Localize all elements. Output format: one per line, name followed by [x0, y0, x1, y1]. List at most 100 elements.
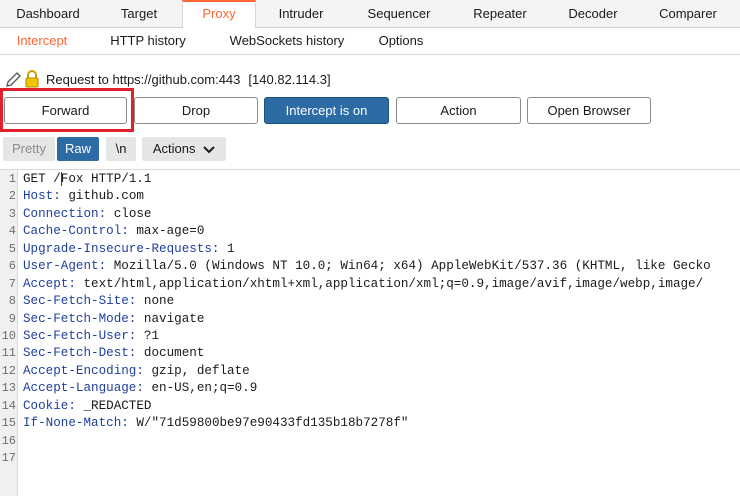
proxy-sub-tab-bar: Intercept HTTP history WebSockets histor…	[0, 28, 740, 55]
tab-proxy[interactable]: Proxy	[182, 0, 256, 28]
request-editor[interactable]: 1 GET /Fox HTTP/1.1 2 Host: github.com 3 Conn…	[0, 169, 740, 496]
tab-comparer[interactable]: Comparer	[638, 0, 738, 28]
request-line[interactable]: 14 Cookie: _REDACTED	[0, 398, 740, 415]
line-number: 4	[8, 224, 16, 239]
open-browser-button[interactable]: Open Browser	[527, 97, 651, 124]
request-line[interactable]: 6 User-Agent: Mozilla/5.0 (Windows NT 10.…	[0, 258, 740, 275]
raw-view-button[interactable]: Raw	[57, 137, 99, 161]
header-name: Host:	[23, 189, 61, 204]
request-line[interactable]: 8 Sec-Fetch-Site: none	[0, 293, 740, 310]
line-number: 2	[8, 189, 16, 204]
line-content: User-Agent: Mozilla/5.0 (Windows NT 10.0…	[23, 258, 711, 275]
header-value: gzip, deflate	[143, 363, 250, 378]
header-name: Upgrade-Insecure-Requests:	[23, 241, 220, 256]
header-value: text/html,application/xhtml+xml,applicat…	[75, 276, 704, 291]
tab-decoder[interactable]: Decoder	[548, 0, 638, 28]
line-number: 1	[8, 172, 16, 186]
request-line[interactable]: 12 Accept-Encoding: gzip, deflate	[0, 363, 740, 380]
header-value: W/"71d59800be97e90433fd135b18b7278f"	[128, 416, 409, 431]
line-content: GET /Fox HTTP/1.1	[23, 171, 152, 188]
request-line[interactable]: 7 Accept: text/html,application/xhtml+xml…	[0, 276, 740, 293]
header-value: navigate	[136, 311, 205, 326]
editor-toolbar: Pretty Raw \n Actions	[0, 137, 740, 163]
header-value: none	[136, 294, 175, 309]
line-number: 13	[1, 381, 16, 396]
line-content: Sec-Fetch-Dest: document	[23, 345, 204, 362]
lock-icon	[24, 69, 42, 89]
header-value: en-US,en;q=0.9	[143, 381, 258, 396]
line-number: 14	[1, 398, 16, 413]
tab-repeater[interactable]: Repeater	[452, 0, 548, 28]
editor-actions-label: Actions	[152, 141, 196, 156]
line-number: 11	[1, 346, 16, 361]
request-line[interactable]: 16	[0, 433, 740, 450]
line-number: 10	[1, 328, 16, 343]
line-content: Accept-Language: en-US,en;q=0.9	[23, 380, 257, 397]
forward-button[interactable]: Forward	[4, 97, 127, 124]
line-number: 8	[8, 294, 16, 309]
header-value: github.com	[60, 189, 144, 204]
line-content: Sec-Fetch-Site: none	[23, 293, 174, 310]
line-number: 9	[8, 311, 16, 326]
subtab-options[interactable]: Options	[362, 28, 440, 55]
request-line[interactable]: 1 GET /Fox HTTP/1.1	[0, 171, 740, 188]
tab-dashboard[interactable]: Dashboard	[0, 0, 96, 28]
header-name: Cache-Control:	[23, 224, 129, 239]
line-number: 17	[1, 451, 16, 465]
pencil-icon[interactable]	[4, 69, 22, 89]
main-tab-bar: Dashboard Target Proxy Intruder Sequence…	[0, 0, 740, 28]
header-name: Accept-Encoding:	[23, 363, 144, 378]
header-value: close	[106, 206, 152, 221]
drop-button[interactable]: Drop	[134, 97, 258, 124]
request-line[interactable]: 3 Connection: close	[0, 206, 740, 223]
chevron-down-icon	[203, 138, 215, 162]
header-value: document	[136, 346, 205, 361]
line-number: 5	[8, 241, 16, 256]
line-content: Accept: text/html,application/xhtml+xml,…	[23, 276, 703, 293]
request-line[interactable]: 13 Accept-Language: en-US,en;q=0.9	[0, 380, 740, 397]
request-info: Request to https://github.com:443 [140.8…	[4, 68, 331, 90]
request-line[interactable]: 4 Cache-Control: max-age=0	[0, 223, 740, 240]
header-name: Accept:	[23, 276, 76, 291]
line-number: 12	[1, 363, 16, 378]
header-name: Sec-Fetch-Site:	[23, 294, 137, 309]
header-value: ?1	[136, 328, 160, 343]
request-line[interactable]: 10 Sec-Fetch-User: ?1	[0, 328, 740, 345]
line-number: 6	[8, 259, 16, 274]
line-number: 3	[8, 206, 16, 221]
subtab-http-history[interactable]: HTTP history	[84, 28, 212, 55]
line-content: Host: github.com	[23, 188, 144, 205]
line-content: Sec-Fetch-Mode: navigate	[23, 311, 204, 328]
line-number: 7	[8, 276, 16, 291]
request-target-label: Request to https://github.com:443	[46, 71, 241, 87]
subtab-websockets-history[interactable]: WebSockets history	[212, 28, 362, 55]
subtab-intercept[interactable]: Intercept	[0, 28, 84, 55]
request-line[interactable]: 5 Upgrade-Insecure-Requests: 1	[0, 241, 740, 258]
tab-target[interactable]: Target	[96, 0, 182, 28]
line-content: Upgrade-Insecure-Requests: 1	[23, 241, 235, 258]
header-name: Cookie:	[23, 398, 76, 413]
request-line[interactable]: 11 Sec-Fetch-Dest: document	[0, 345, 740, 362]
header-value: 1	[219, 241, 235, 256]
action-button[interactable]: Action	[396, 97, 521, 124]
request-line[interactable]: 15 If-None-Match: W/"71d59800be97e90433fd…	[0, 415, 740, 432]
line-content: Connection: close	[23, 206, 152, 223]
header-name: Accept-Language:	[23, 381, 144, 396]
show-newlines-button[interactable]: \n	[106, 137, 136, 161]
intercept-toggle-button[interactable]: Intercept is on	[264, 97, 389, 124]
line-content: If-None-Match: W/"71d59800be97e90433fd13…	[23, 415, 408, 432]
request-line[interactable]: 2 Host: github.com	[0, 188, 740, 205]
request-line[interactable]: 9 Sec-Fetch-Mode: navigate	[0, 311, 740, 328]
tab-sequencer[interactable]: Sequencer	[346, 0, 452, 28]
header-name: Connection:	[23, 206, 107, 221]
header-name: If-None-Match:	[23, 416, 129, 431]
header-value: max-age=0	[128, 224, 205, 239]
editor-actions-menu[interactable]: Actions	[142, 137, 226, 161]
tab-intruder[interactable]: Intruder	[256, 0, 346, 28]
line-content: Cache-Control: max-age=0	[23, 223, 204, 240]
header-name: Sec-Fetch-Mode:	[23, 311, 137, 326]
request-line[interactable]: 17	[0, 450, 740, 467]
line-number: 15	[1, 416, 16, 431]
pretty-view-button[interactable]: Pretty	[3, 137, 55, 161]
line-content: Accept-Encoding: gzip, deflate	[23, 363, 250, 380]
